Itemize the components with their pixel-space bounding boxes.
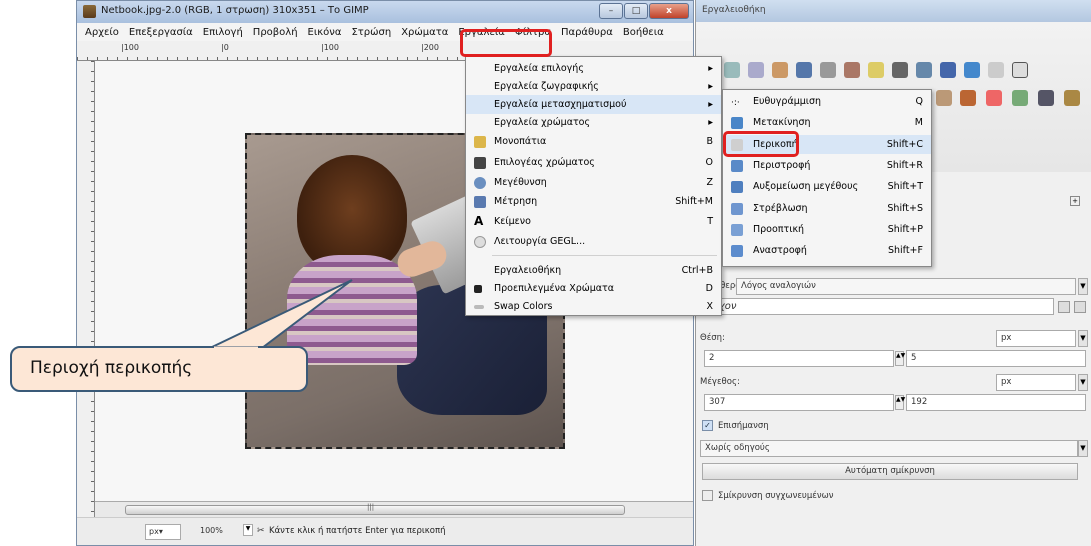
callout-pointer-cover [214,346,258,350]
